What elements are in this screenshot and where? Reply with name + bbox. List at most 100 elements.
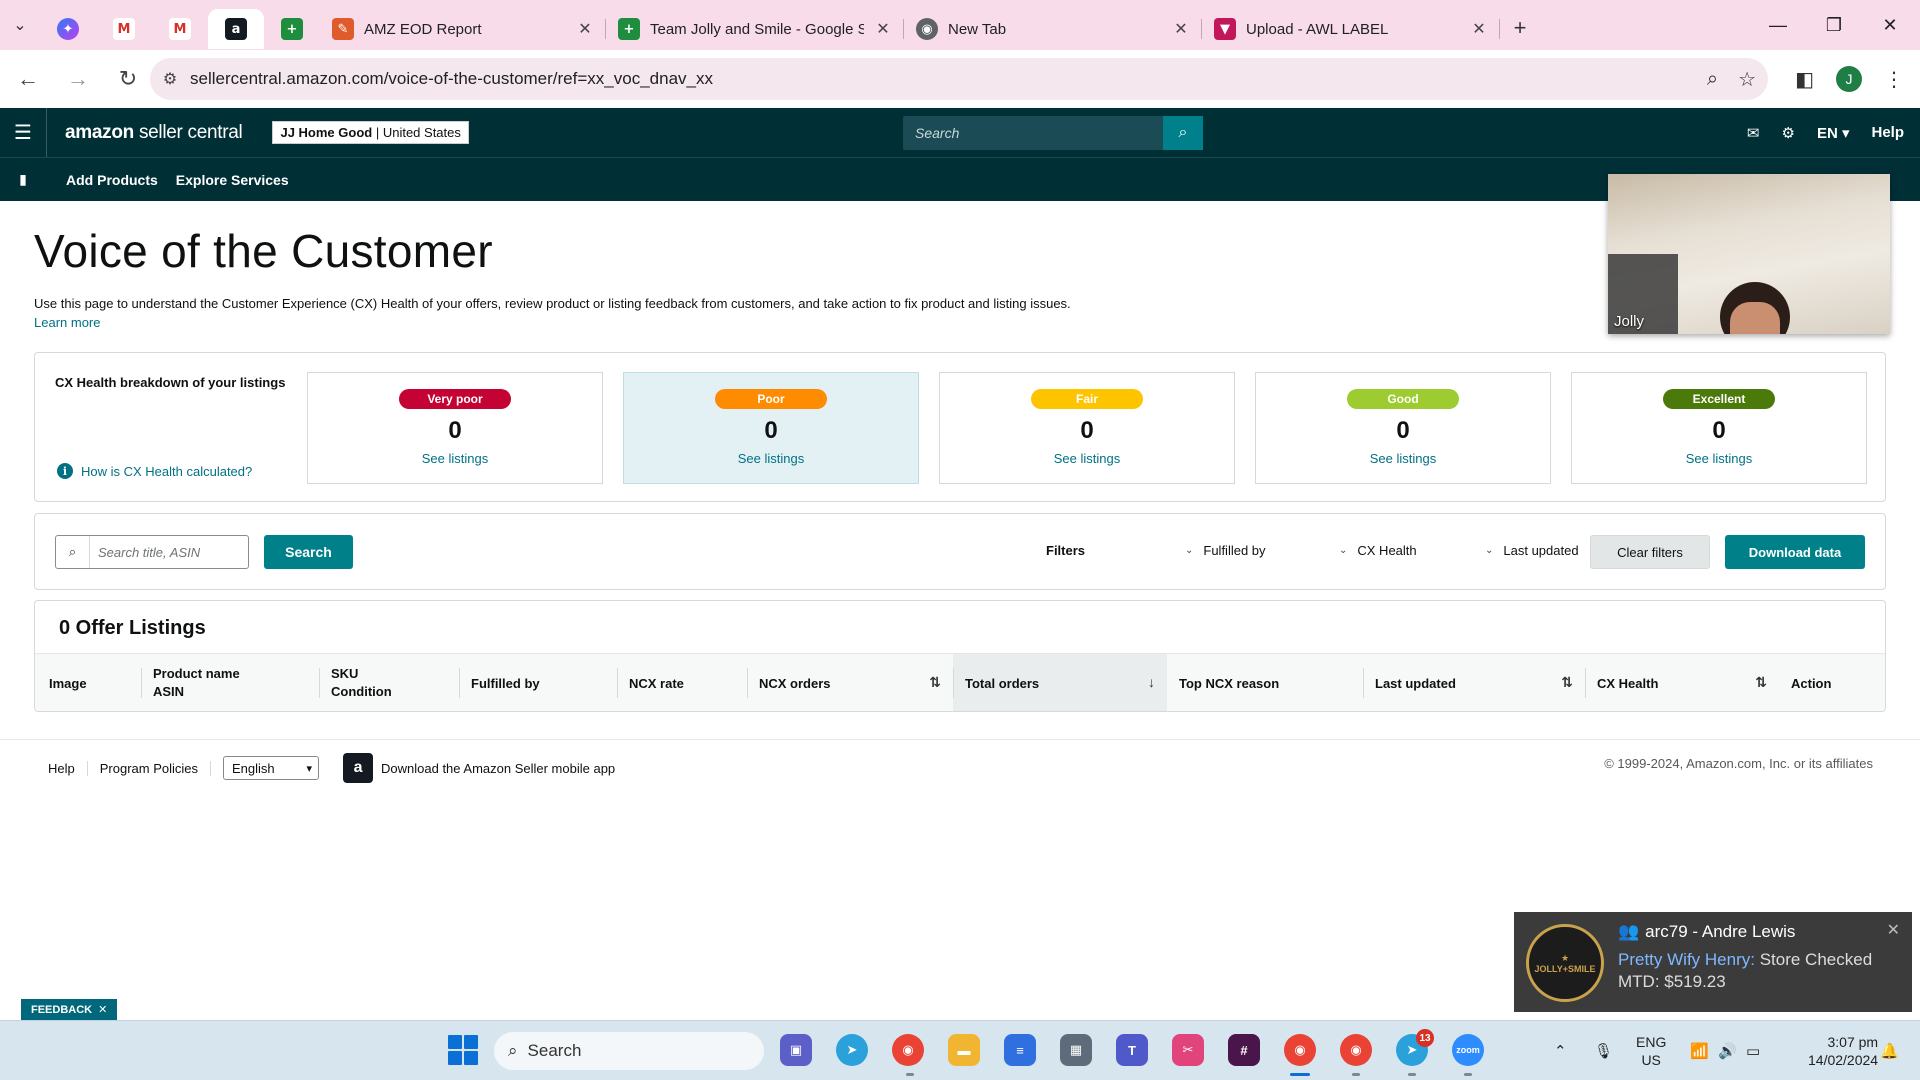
sort-icon[interactable]: ⇅ <box>1755 674 1767 691</box>
tab-team-jolly-sheet[interactable]: + Team Jolly and Smile - Google S ✕ <box>606 9 904 49</box>
bookmark-icon[interactable]: ▮ <box>0 171 46 188</box>
cx-card-very-poor[interactable]: Very poor 0 See listings <box>307 372 603 484</box>
tab-amz-eod-report[interactable]: ✎ AMZ EOD Report ✕ <box>320 9 606 49</box>
reload-icon[interactable]: ↻ <box>106 57 150 101</box>
address-bar[interactable]: ⚙ sellercentral.amazon.com/voice-of-the-… <box>150 58 1768 100</box>
download-data-button[interactable]: Download data <box>1725 535 1865 569</box>
battery-icon[interactable]: ▭ <box>1746 1021 1760 1080</box>
gear-icon[interactable]: ⚙ <box>1781 124 1794 142</box>
feedback-button[interactable]: FEEDBACK ✕ <box>21 999 118 1020</box>
nav-add-products[interactable]: Add Products <box>66 172 158 188</box>
close-icon[interactable]: ✕ <box>576 19 594 39</box>
windows-start-icon[interactable] <box>448 1035 478 1065</box>
close-icon[interactable]: ✕ <box>98 1003 107 1016</box>
header-search-input[interactable]: Search <box>903 125 1163 141</box>
file-explorer-icon[interactable]: ▬ <box>948 1034 980 1066</box>
download-app-link[interactable]: Download the Amazon Seller mobile app <box>381 761 615 776</box>
header-search[interactable]: Search ⌕ <box>903 116 1203 150</box>
cx-health-help-link[interactable]: i How is CX Health calculated? <box>57 463 252 479</box>
footer-language-select[interactable]: English ▾ <box>223 756 320 780</box>
minimize-icon[interactable]: — <box>1750 0 1806 50</box>
footer-program-policies-link[interactable]: Program Policies <box>88 760 212 776</box>
pinned-tab-gmail-1[interactable]: M <box>96 9 152 49</box>
tab-upload-awl-label[interactable]: ▼ Upload - AWL LABEL ✕ <box>1202 9 1500 49</box>
footer-help-link[interactable]: Help <box>34 760 88 776</box>
listing-search-box[interactable]: ⌕ <box>55 535 249 569</box>
language-selector[interactable]: EN ▾ <box>1817 124 1850 142</box>
pinned-tab-sheets[interactable]: + <box>264 9 320 49</box>
more-menu-icon[interactable]: ⋮ <box>1884 67 1904 92</box>
close-icon[interactable]: ✕ <box>1470 19 1488 39</box>
volume-icon[interactable]: 🔊 <box>1718 1021 1737 1080</box>
clear-filters-button[interactable]: Clear filters <box>1590 535 1710 569</box>
see-listings-link[interactable]: See listings <box>624 451 918 466</box>
zoom-icon[interactable]: zoom <box>1452 1034 1484 1066</box>
input-language[interactable]: ENG US <box>1636 1033 1666 1069</box>
filter-last-updated[interactable]: ⌄ Last updated <box>1485 543 1579 558</box>
restore-icon[interactable]: ❐ <box>1806 0 1862 50</box>
microphone-icon[interactable]: 🎙 <box>1594 1021 1613 1080</box>
sort-icon[interactable]: ⇅ <box>929 674 941 691</box>
filter-fulfilled-by[interactable]: ⌄ Fulfilled by <box>1185 543 1266 558</box>
close-icon[interactable]: ✕ <box>874 19 892 39</box>
col-total-orders[interactable]: Total orders ↓ <box>953 654 1167 711</box>
side-panel-icon[interactable]: ◧ <box>1795 67 1814 92</box>
pinned-tab-messenger[interactable]: ✦ <box>40 9 96 49</box>
back-arrow-icon[interactable]: ← <box>6 57 50 101</box>
show-hidden-icons-chevron-icon[interactable]: ⌃ <box>1554 1021 1567 1080</box>
see-listings-link[interactable]: See listings <box>1256 451 1550 466</box>
cx-card-excellent[interactable]: Excellent 0 See listings <box>1571 372 1867 484</box>
slack-icon[interactable]: # <box>1228 1034 1260 1066</box>
search-icon[interactable]: ⌕ <box>1163 116 1203 150</box>
calculator-icon[interactable]: ▦ <box>1060 1034 1092 1066</box>
wifi-icon[interactable]: 📶 <box>1690 1021 1709 1080</box>
new-tab-plus-icon[interactable]: + <box>1500 15 1540 41</box>
video-call-thumbnail[interactable]: Jolly <box>1608 174 1890 334</box>
listing-search-input[interactable] <box>90 537 240 567</box>
notification-bell-icon[interactable]: 🔔 <box>1880 1021 1899 1080</box>
bookmark-star-icon[interactable]: ☆ <box>1738 67 1756 92</box>
chrome-profile-j-icon[interactable]: ◉ <box>1284 1034 1316 1066</box>
hamburger-menu-icon[interactable]: ☰ <box>0 120 46 145</box>
filter-cx-health[interactable]: ⌄ CX Health <box>1339 543 1417 558</box>
store-selector[interactable]: JJ Home Good | United States <box>272 121 469 144</box>
message-notification[interactable]: ★ JOLLY+SMILE 👥 arc79 - Andre Lewis Prett… <box>1514 912 1912 1012</box>
mail-icon[interactable]: ✉ <box>1747 124 1760 142</box>
sort-icon[interactable]: ⇅ <box>1561 674 1573 691</box>
telegram-desktop-icon[interactable]: ➤ 13 <box>1396 1029 1434 1066</box>
teams-icon[interactable]: T <box>1116 1034 1148 1066</box>
search-button[interactable]: Search <box>264 535 353 569</box>
col-last-updated[interactable]: Last updated ⇅ <box>1363 654 1585 711</box>
sort-descending-icon[interactable]: ↓ <box>1148 674 1155 690</box>
help-link[interactable]: Help <box>1871 124 1904 141</box>
teams-chat-icon[interactable]: ▣ <box>780 1034 812 1066</box>
cx-card-poor[interactable]: Poor 0 See listings <box>623 372 919 484</box>
tab-new-tab[interactable]: ◉ New Tab ✕ <box>904 9 1202 49</box>
notepad-icon[interactable]: ≡ <box>1004 1034 1036 1066</box>
taskbar-search[interactable]: ⌕ Search <box>494 1032 764 1070</box>
see-listings-link[interactable]: See listings <box>308 451 602 466</box>
pinned-tab-gmail-2[interactable]: M <box>152 9 208 49</box>
learn-more-link[interactable]: Learn more <box>34 315 100 330</box>
tab-search-chevron-icon[interactable]: ⌄ <box>0 0 40 50</box>
close-icon[interactable]: ✕ <box>1887 920 1900 940</box>
seller-central-logo[interactable]: amazon seller central <box>46 108 260 157</box>
cx-card-good[interactable]: Good 0 See listings <box>1255 372 1551 484</box>
snipping-tool-icon[interactable]: ✂ <box>1172 1034 1204 1066</box>
amazon-seller-app-icon[interactable]: a <box>343 753 374 783</box>
pinned-tab-amazon[interactable]: a <box>208 9 264 49</box>
chrome-profile-l-icon[interactable]: ◉ <box>1340 1034 1372 1066</box>
profile-avatar[interactable]: J <box>1836 66 1862 92</box>
url-text[interactable]: sellercentral.amazon.com/voice-of-the-cu… <box>190 69 713 89</box>
window-close-icon[interactable]: ✕ <box>1862 0 1918 50</box>
zoom-icon[interactable]: ⌕ <box>1707 68 1718 91</box>
col-ncx-orders[interactable]: NCX orders ⇅ <box>747 654 953 711</box>
col-cx-health[interactable]: CX Health ⇅ <box>1585 654 1779 711</box>
close-icon[interactable]: ✕ <box>1172 19 1190 39</box>
cx-card-fair[interactable]: Fair 0 See listings <box>939 372 1235 484</box>
site-info-icon[interactable]: ⚙ <box>150 69 190 89</box>
see-listings-link[interactable]: See listings <box>940 451 1234 466</box>
nav-explore-services[interactable]: Explore Services <box>176 172 289 188</box>
system-clock[interactable]: 3:07 pm 14/02/2024 <box>1808 1033 1878 1069</box>
see-listings-link[interactable]: See listings <box>1572 451 1866 466</box>
